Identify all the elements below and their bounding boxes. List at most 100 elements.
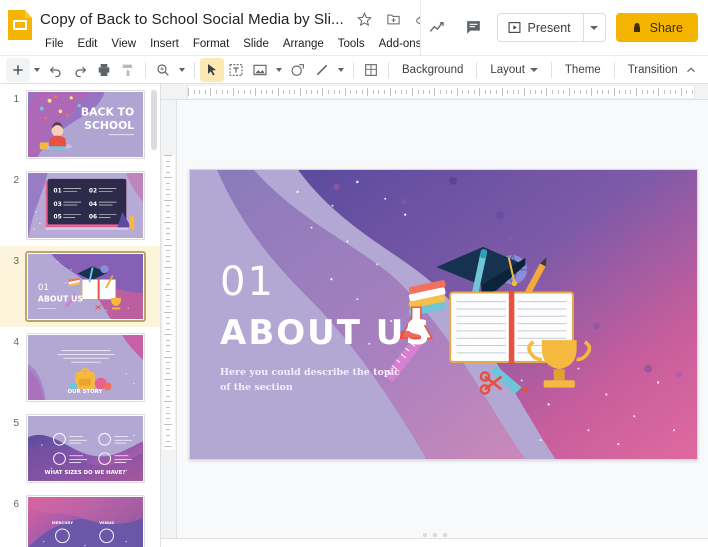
ruler-tick xyxy=(473,90,475,94)
menu-view[interactable]: View xyxy=(104,36,143,52)
new-slide-dropdown[interactable] xyxy=(30,58,44,82)
ruler-tick xyxy=(166,418,170,420)
svg-text:05: 05 xyxy=(54,215,62,221)
ruler-tick xyxy=(288,90,290,94)
ruler-tick xyxy=(490,90,492,94)
star-icon[interactable] xyxy=(356,11,373,28)
ruler-tick xyxy=(166,211,170,212)
filmstrip-slide-1[interactable]: 1 BACK TO SCHOOL xyxy=(0,84,160,165)
insert-image-button[interactable] xyxy=(248,58,272,82)
filmstrip-slide-3[interactable]: 3 01 ABOUT US xyxy=(0,246,160,327)
slide-thumbnail[interactable]: MERCURY VENUS xyxy=(26,495,145,547)
slide-section-title[interactable]: ABOUT US xyxy=(220,316,432,350)
chevron-down-icon xyxy=(590,25,599,30)
insert-image-dropdown[interactable] xyxy=(272,58,286,82)
app-logo-container[interactable] xyxy=(0,6,40,40)
ruler-tick xyxy=(507,90,509,94)
svg-text:06: 06 xyxy=(89,215,97,221)
slide-section-subtitle[interactable]: Here you could describe the topic of the… xyxy=(220,366,400,395)
ruler-tick xyxy=(204,90,206,94)
menu-slide[interactable]: Slide xyxy=(236,36,276,52)
slide-thumbnail[interactable]: OUR STORY xyxy=(26,333,145,402)
insert-table-button[interactable] xyxy=(359,58,383,82)
redo-button[interactable] xyxy=(68,58,92,82)
theme-button[interactable]: Theme xyxy=(557,59,609,81)
ruler-tick xyxy=(524,88,525,96)
filmstrip-slide-6[interactable]: 6 MERCURY VENUS xyxy=(0,489,160,547)
ruler-tick xyxy=(451,90,453,94)
slide-number-label: 5 xyxy=(13,418,19,429)
ruler-tick xyxy=(166,345,170,347)
menu-arrange[interactable]: Arrange xyxy=(276,36,331,52)
move-to-folder-icon[interactable] xyxy=(385,11,402,28)
ruler-tick xyxy=(445,90,447,94)
ruler-tick xyxy=(423,90,425,94)
transition-button[interactable]: Transition xyxy=(620,59,686,81)
ruler-tick xyxy=(328,90,329,94)
ruler-tick xyxy=(238,90,240,94)
slide-filmstrip[interactable]: 1 BACK TO SCHOOL 2 01 02 03 04 05 06 3 0… xyxy=(0,84,160,547)
ruler-tick xyxy=(669,90,671,94)
ruler-tick xyxy=(164,423,172,425)
menu-edit[interactable]: Edit xyxy=(71,36,105,52)
filmstrip-scrollbar[interactable] xyxy=(151,90,157,150)
menu-file[interactable]: File xyxy=(40,36,71,52)
line-dropdown[interactable] xyxy=(334,58,348,82)
filmstrip-slide-5[interactable]: 5 WHAT SIZES DO WE HAVE? xyxy=(0,408,160,489)
chevron-up-icon[interactable] xyxy=(682,61,700,79)
title-bar-actions: Present Share xyxy=(420,0,708,55)
layout-button[interactable]: Layout xyxy=(482,59,546,81)
select-tool-button[interactable] xyxy=(200,57,224,82)
horizontal-ruler[interactable] xyxy=(161,84,708,100)
ruler-tick xyxy=(283,90,285,94)
slide-editor[interactable]: 01 ABOUT US Here you could describe the … xyxy=(189,169,698,460)
present-button[interactable]: Present xyxy=(498,14,583,41)
share-button[interactable]: Share xyxy=(615,13,698,42)
ruler-tick xyxy=(166,412,170,414)
activity-chart-icon[interactable] xyxy=(425,15,451,41)
menu-insert[interactable]: Insert xyxy=(143,36,186,52)
shape-button[interactable] xyxy=(286,58,310,82)
slide-thumbnail[interactable]: 01 02 03 04 05 06 xyxy=(26,171,145,240)
slide-thumbnail[interactable]: WHAT SIZES DO WE HAVE? xyxy=(26,414,145,483)
ruler-tick xyxy=(166,171,170,173)
filmstrip-slide-4[interactable]: 4 OUR STORY xyxy=(0,327,160,408)
menu-tools[interactable]: Tools xyxy=(331,36,372,52)
svg-text:01: 01 xyxy=(54,188,62,194)
line-button[interactable] xyxy=(310,58,334,82)
slide-canvas-area[interactable]: 01 ABOUT US Here you could describe the … xyxy=(161,84,708,547)
ruler-tick xyxy=(529,90,531,94)
paint-format-button[interactable] xyxy=(116,58,140,82)
slide-thumbnail[interactable]: BACK TO SCHOOL xyxy=(26,90,145,159)
slide-stage[interactable]: 01 ABOUT US Here you could describe the … xyxy=(189,169,698,460)
menu-format[interactable]: Format xyxy=(186,36,236,52)
present-dropdown-button[interactable] xyxy=(582,14,605,41)
ruler-tick xyxy=(164,177,172,179)
zoom-dropdown[interactable] xyxy=(175,58,189,82)
background-button[interactable]: Background xyxy=(394,59,471,81)
filmstrip-slide-2[interactable]: 2 01 02 03 04 05 06 xyxy=(0,165,160,246)
slide-thumbnail[interactable]: 01 ABOUT US xyxy=(26,252,145,321)
ruler-tick xyxy=(462,90,464,94)
share-label: Share xyxy=(649,20,683,35)
slide-section-number[interactable]: 01 xyxy=(220,262,275,302)
ruler-tick xyxy=(412,88,413,96)
lock-icon xyxy=(633,22,640,32)
chevron-down-icon xyxy=(276,67,282,72)
comment-icon[interactable] xyxy=(461,15,487,41)
ruler-tick xyxy=(166,205,170,207)
vertical-ruler[interactable] xyxy=(161,100,177,547)
print-button[interactable] xyxy=(92,58,116,82)
panel-resize-handle[interactable] xyxy=(161,533,708,537)
text-box-button[interactable] xyxy=(224,58,248,82)
ruler-tick xyxy=(300,88,301,96)
ruler-tick xyxy=(166,194,170,196)
handle-dot xyxy=(432,533,437,537)
new-slide-button[interactable] xyxy=(6,57,30,82)
ruler-tick xyxy=(568,88,570,96)
document-title[interactable]: Copy of Back to School Social Media by S… xyxy=(40,11,344,28)
zoom-button[interactable] xyxy=(151,58,175,82)
toolbar-divider xyxy=(476,61,478,78)
ruler-tick xyxy=(166,395,170,397)
undo-button[interactable] xyxy=(44,58,68,82)
